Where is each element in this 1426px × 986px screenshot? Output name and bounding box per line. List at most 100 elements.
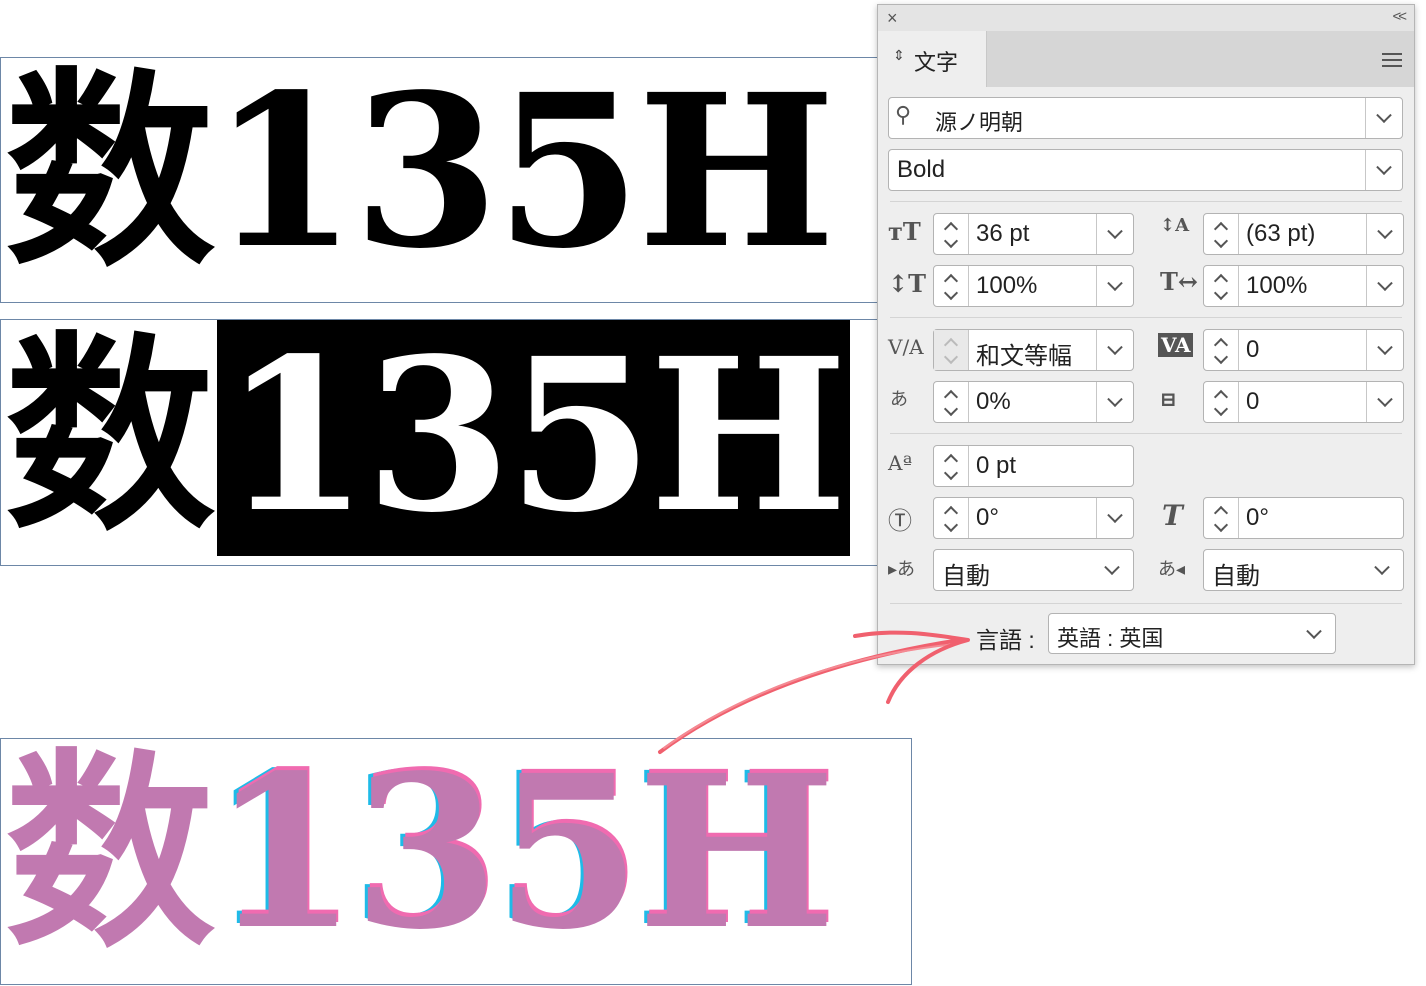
divider <box>890 603 1402 604</box>
horizontal-scale-value[interactable]: 100% <box>1246 272 1307 300</box>
digits-text: 135H <box>211 57 836 295</box>
tsume-dropdown[interactable] <box>1096 382 1133 422</box>
rotation-dropdown[interactable] <box>1096 498 1133 538</box>
tracking-value[interactable]: 0 <box>1246 336 1259 364</box>
vertical-scale-icon: ↕T <box>888 269 926 298</box>
rotation-stepper[interactable] <box>934 498 969 538</box>
tab-character[interactable]: ⇕ 文字 <box>878 31 987 87</box>
tracking-stepper[interactable] <box>1204 330 1239 370</box>
tsume-stepper[interactable] <box>934 382 969 422</box>
font-family-value[interactable]: 源ノ明朝 <box>935 105 1023 137</box>
chevron-down-icon <box>1306 622 1322 639</box>
kerning-stepper <box>934 330 969 370</box>
tab-expand-icon[interactable]: ⇕ <box>893 47 905 64</box>
aki-value[interactable]: 0 <box>1246 388 1259 416</box>
kanji-char: 数 <box>5 738 215 976</box>
horizontal-scale-stepper[interactable] <box>1204 266 1239 306</box>
font-style-value[interactable]: Bold <box>897 156 945 184</box>
rotation-value[interactable]: 0° <box>976 504 999 532</box>
chevron-down-icon <box>1374 559 1390 576</box>
aki-field[interactable]: 0 <box>1203 381 1404 423</box>
kerning-icon: V/A <box>888 335 924 359</box>
vertical-scale-value[interactable]: 100% <box>976 272 1037 300</box>
chevron-down-icon <box>1376 107 1392 124</box>
frame-text-3: 数 135H 135H 135H <box>5 738 838 976</box>
leading-value[interactable]: (63 pt) <box>1246 220 1315 248</box>
panel-menu-icon[interactable] <box>1382 53 1402 67</box>
skew-icon: T <box>1162 499 1183 532</box>
leading-icon: ↕A <box>1160 215 1190 236</box>
chevron-down-icon <box>1107 507 1123 524</box>
chevron-down-icon <box>1107 275 1123 292</box>
tsume-field[interactable]: 0% <box>933 381 1134 423</box>
mojikumi-before-value[interactable]: 自動 <box>942 556 990 591</box>
font-family-field[interactable]: ⚲ 源ノ明朝 <box>888 97 1403 139</box>
chevron-down-icon <box>1104 559 1120 576</box>
tracking-field[interactable]: 0 <box>1203 329 1404 371</box>
chevron-down-icon <box>1107 339 1123 356</box>
collapse-icon[interactable]: << <box>1392 8 1406 25</box>
text-frame-2[interactable]: 数135H <box>0 319 882 566</box>
mojikumi-before-icon: ▸あ <box>888 559 916 580</box>
kanji-char: 数 <box>5 319 215 559</box>
character-panel: × << ⇕ 文字 ⚲ 源ノ明朝 Bold ᴛT 36 pt ↕A (63 pt… <box>877 4 1415 665</box>
baseline-shift-value[interactable]: 0 pt <box>976 452 1016 480</box>
skew-field[interactable]: 0° <box>1203 497 1404 539</box>
horizontal-scale-field[interactable]: 100% <box>1203 265 1404 307</box>
panel-titlebar: × << <box>878 5 1414 32</box>
close-icon[interactable]: × <box>887 8 898 29</box>
baseline-shift-field[interactable]: 0 pt <box>933 445 1134 487</box>
aki-stepper[interactable] <box>1204 382 1239 422</box>
font-family-dropdown[interactable] <box>1365 98 1402 138</box>
leading-stepper[interactable] <box>1204 214 1239 254</box>
font-size-stepper[interactable] <box>934 214 969 254</box>
tsume-icon: あ <box>890 389 908 410</box>
digits-with-misregistration: 135H 135H 135H <box>208 738 838 976</box>
mojikumi-after-field[interactable]: 自動 <box>1203 549 1404 591</box>
skew-value[interactable]: 0° <box>1246 504 1269 532</box>
rotation-field[interactable]: 0° <box>933 497 1134 539</box>
mojikumi-after-value[interactable]: 自動 <box>1212 556 1260 591</box>
font-style-dropdown[interactable] <box>1365 150 1402 190</box>
font-size-dropdown[interactable] <box>1096 214 1133 254</box>
baseline-shift-stepper[interactable] <box>934 446 969 486</box>
chevron-down-icon <box>1377 391 1393 408</box>
kerning-field[interactable]: 和文等幅 <box>933 329 1134 371</box>
mojikumi-after-icon: あ◂ <box>1158 559 1186 580</box>
skew-stepper[interactable] <box>1204 498 1239 538</box>
chevron-down-icon <box>1107 223 1123 240</box>
aki-icon: ⊟ <box>1160 387 1177 411</box>
chevron-down-icon <box>1376 159 1392 176</box>
tracking-dropdown[interactable] <box>1366 330 1403 370</box>
vertical-scale-stepper[interactable] <box>934 266 969 306</box>
vertical-scale-field[interactable]: 100% <box>933 265 1134 307</box>
text-frame-3[interactable]: 数 135H 135H 135H <box>0 738 912 985</box>
divider <box>890 317 1402 318</box>
baseline-shift-icon: Aª <box>888 451 912 475</box>
horizontal-scale-icon: T↔ <box>1160 267 1198 296</box>
mojikumi-before-field[interactable]: 自動 <box>933 549 1134 591</box>
text-frame-1[interactable]: 数135H <box>0 57 882 303</box>
font-size-field[interactable]: 36 pt <box>933 213 1134 255</box>
tsume-value[interactable]: 0% <box>976 388 1011 416</box>
rotation-icon: Ⓣ <box>888 507 912 535</box>
kerning-dropdown[interactable] <box>1096 330 1133 370</box>
aki-dropdown[interactable] <box>1366 382 1403 422</box>
panel-tabbar: ⇕ 文字 <box>878 31 1414 87</box>
font-style-field[interactable]: Bold <box>888 149 1403 191</box>
tracking-icon: VA <box>1158 333 1194 357</box>
divider <box>890 201 1402 202</box>
kanji-char: 数 <box>5 57 215 295</box>
kerning-value[interactable]: 和文等幅 <box>976 336 1072 371</box>
chevron-down-icon <box>1377 339 1393 356</box>
vertical-scale-dropdown[interactable] <box>1096 266 1133 306</box>
leading-dropdown[interactable] <box>1366 214 1403 254</box>
leading-field[interactable]: (63 pt) <box>1203 213 1404 255</box>
language-value[interactable]: 英語 : 英国 <box>1057 621 1163 653</box>
divider <box>890 433 1402 434</box>
font-size-value[interactable]: 36 pt <box>976 220 1029 248</box>
digits-text: 135H <box>211 738 836 976</box>
language-select[interactable]: 英語 : 英国 <box>1048 613 1336 654</box>
horizontal-scale-dropdown[interactable] <box>1366 266 1403 306</box>
search-icon[interactable]: ⚲ <box>895 102 911 128</box>
